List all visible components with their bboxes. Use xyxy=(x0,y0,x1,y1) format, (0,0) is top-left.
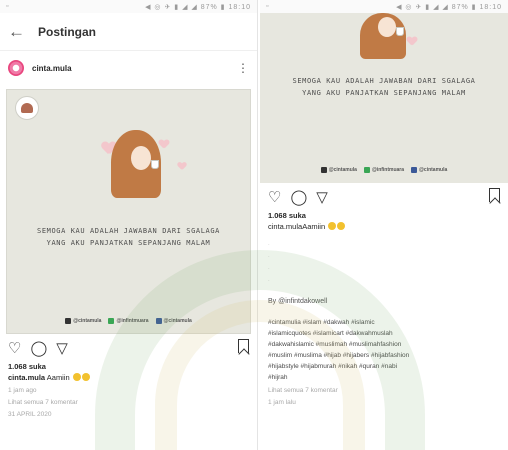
quote-text: SEMOGA KAU ADALAH JAWABAN DARI SGALAGA Y… xyxy=(260,75,508,99)
caption-text: Aamiin xyxy=(302,222,326,231)
logo-badge xyxy=(15,96,39,120)
caption-username[interactable]: cinta.mula xyxy=(268,222,302,231)
right-phone-screen: ▫ ◀ ◎ ✈ ▮ ◢ ◢ 87% ▮ 18:10 SEMOGA KAU ADA… xyxy=(260,0,508,450)
more-options-icon[interactable]: ⋮ xyxy=(237,61,249,75)
quote-text: SEMOGA KAU ADALAH JAWABAN DARI SGALAGA Y… xyxy=(7,225,250,249)
quote-line-1: SEMOGA KAU ADALAH JAWABAN DARI SGALAGA xyxy=(37,227,220,235)
like-count[interactable]: 1.068 suka xyxy=(0,362,257,371)
left-phone-screen: ▫ ◀ ◎ ✈ ▮ ◢ ◢ 87% ▮ 18:10 ← Postingan ci… xyxy=(0,0,258,450)
avatar[interactable] xyxy=(8,60,24,76)
image-credit: By @infintdakowell xyxy=(268,298,328,305)
post-image[interactable]: SEMOGA KAU ADALAH JAWABAN DARI SGALAGA Y… xyxy=(260,13,508,183)
post-actions: ♡ ◯ ▽ xyxy=(260,183,508,211)
hashtag-block: #cintamulia #islam #dakwah #islamic #isl… xyxy=(260,305,508,383)
bookmark-icon[interactable] xyxy=(238,338,249,358)
smile-emoji-icon xyxy=(337,222,346,230)
social-handles: @cintamula @infintmuara @cintamula xyxy=(260,167,508,173)
girl-illustration xyxy=(360,13,406,59)
status-left: ▫ xyxy=(266,3,269,10)
post-username[interactable]: cinta.mula xyxy=(32,64,237,73)
quote-line-2: YANG AKU PANJATKAN SEPANJANG MALAM xyxy=(46,239,211,247)
view-comments-link[interactable]: Lihat semua 7 komentar xyxy=(260,383,508,395)
social-handle: @infintmuara xyxy=(108,318,149,324)
caption-username[interactable]: cinta.mula xyxy=(8,373,45,382)
hashtag-line[interactable]: #dakwahislamic #muslimah #muslimahfashio… xyxy=(268,339,500,350)
share-icon[interactable]: ▽ xyxy=(316,190,328,205)
status-icons: ◀ ◎ ✈ ▮ ◢ ◢ 87% ▮ 18:10 xyxy=(396,3,502,11)
post-caption: cinta.mulaAamiin xyxy=(260,220,508,232)
comment-icon[interactable]: ◯ xyxy=(290,190,307,205)
smile-emoji-icon xyxy=(328,222,337,230)
hashtag-line[interactable]: #islamicquotes #islamicart #dakwahmuslah xyxy=(268,328,500,339)
social-handle: @cintamula xyxy=(411,167,447,173)
post-time: 1 jam lalu xyxy=(268,399,296,406)
smile-emoji-icon xyxy=(81,373,90,381)
post-date: 31 APRIL 2020 xyxy=(8,411,52,418)
girl-illustration xyxy=(111,130,161,198)
heart-decoration xyxy=(178,162,186,169)
like-heart-icon[interactable]: ♡ xyxy=(8,341,21,356)
like-count[interactable]: 1.068 suka xyxy=(260,211,508,220)
app-bar: ← Postingan xyxy=(0,13,257,51)
heart-decoration xyxy=(407,37,417,45)
social-handle: @cintamula xyxy=(320,167,357,173)
hashtag-line[interactable]: #muslim #muslima #hijab #hijabers #hijab… xyxy=(268,350,500,361)
smile-emoji-icon xyxy=(72,373,81,381)
status-icons: ◀ ◎ ✈ ▮ ◢ ◢ 87% ▮ 18:10 xyxy=(145,3,251,11)
post-image[interactable]: SEMOGA KAU ADALAH JAWABAN DARI SGALAGA Y… xyxy=(6,89,251,334)
social-handles: @cintamula @infintmuara @cintamula xyxy=(7,318,250,324)
post-actions: ♡ ◯ ▽ xyxy=(0,334,257,362)
bookmark-icon[interactable] xyxy=(489,187,500,207)
social-handle: @cintamula xyxy=(155,318,192,324)
page-title: Postingan xyxy=(38,24,97,39)
status-left: ▫ xyxy=(6,3,9,10)
view-comments-link[interactable]: Lihat semua 7 komentar xyxy=(0,395,257,407)
back-arrow-icon[interactable]: ← xyxy=(8,22,28,42)
hashtag-line[interactable]: #cintamulia #islam #dakwah #islamic xyxy=(268,317,500,328)
hashtag-line[interactable]: #hijrah xyxy=(268,372,500,383)
status-bar: ▫ ◀ ◎ ✈ ▮ ◢ ◢ 87% ▮ 18:10 xyxy=(0,0,257,13)
caption-spacer: .... xyxy=(268,241,270,283)
social-handle: @cintamula xyxy=(65,318,101,324)
quote-line-1: SEMOGA KAU ADALAH JAWABAN DARI SGALAGA xyxy=(292,77,476,85)
hashtag-line[interactable]: #hijabstyle #hijabmurah #nikah #quran #n… xyxy=(268,361,500,372)
post-caption: cinta.mula Aamiin xyxy=(0,371,257,383)
post-header: cinta.mula ⋮ xyxy=(0,51,257,85)
comment-icon[interactable]: ◯ xyxy=(30,341,47,356)
status-bar: ▫ ◀ ◎ ✈ ▮ ◢ ◢ 87% ▮ 18:10 xyxy=(260,0,508,13)
social-handle: @infintmuara xyxy=(363,167,404,173)
share-icon[interactable]: ▽ xyxy=(56,341,68,356)
quote-line-2: YANG AKU PANJATKAN SEPANJANG MALAM xyxy=(302,89,466,97)
post-time: 1 jam ago xyxy=(8,387,37,394)
like-heart-icon[interactable]: ♡ xyxy=(268,190,281,205)
caption-text: Aamiin xyxy=(46,373,70,382)
